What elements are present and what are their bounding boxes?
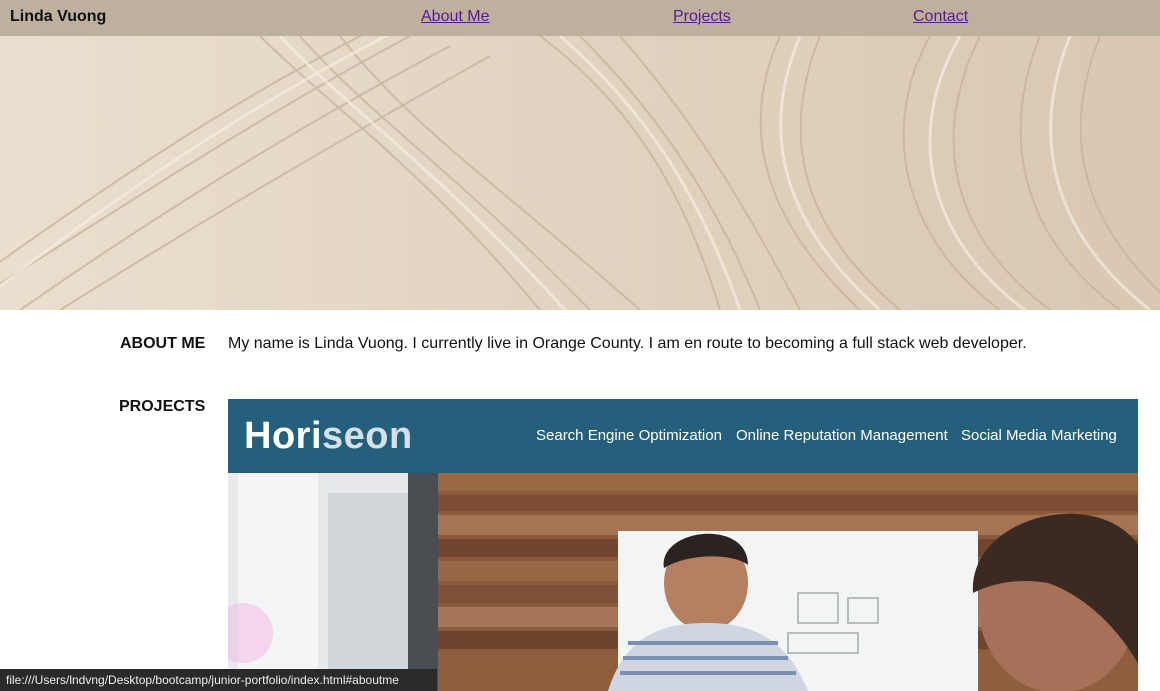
horiseon-nav-orm: Online Reputation Management (736, 427, 948, 444)
horiseon-hero-photo (228, 473, 1138, 691)
horiseon-nav-smm: Social Media Marketing (961, 427, 1117, 444)
nav-link-contact[interactable]: Contact (913, 8, 968, 26)
projects-heading: PROJECTS (119, 398, 206, 415)
site-header: Linda Vuong About Me Projects Contact (0, 0, 1160, 36)
nav-link-about-me[interactable]: About Me (421, 8, 489, 26)
hero-banner-image (0, 36, 1160, 310)
about-me-heading: ABOUT ME (120, 335, 206, 352)
about-me-text: My name is Linda Vuong. I currently live… (228, 335, 1027, 352)
site-brand: Linda Vuong (10, 8, 107, 25)
horiseon-header: Horiseon Search Engine Optimization Onli… (228, 399, 1138, 473)
status-url: file:///Users/lndvng/Desktop/bootcamp/ju… (6, 673, 399, 687)
horiseon-logo-part1: Hori (244, 415, 322, 457)
project-card-horiseon[interactable]: Horiseon Search Engine Optimization Onli… (228, 399, 1138, 691)
horiseon-nav-seo: Search Engine Optimization (536, 427, 722, 444)
plaster-texture (0, 36, 1160, 310)
nav-link-projects[interactable]: Projects (673, 8, 731, 26)
horiseon-logo: Horiseon (244, 415, 413, 458)
horiseon-logo-part2: seon (322, 415, 413, 457)
office-photo (228, 473, 1138, 691)
browser-status-bar: file:///Users/lndvng/Desktop/bootcamp/ju… (0, 669, 437, 691)
